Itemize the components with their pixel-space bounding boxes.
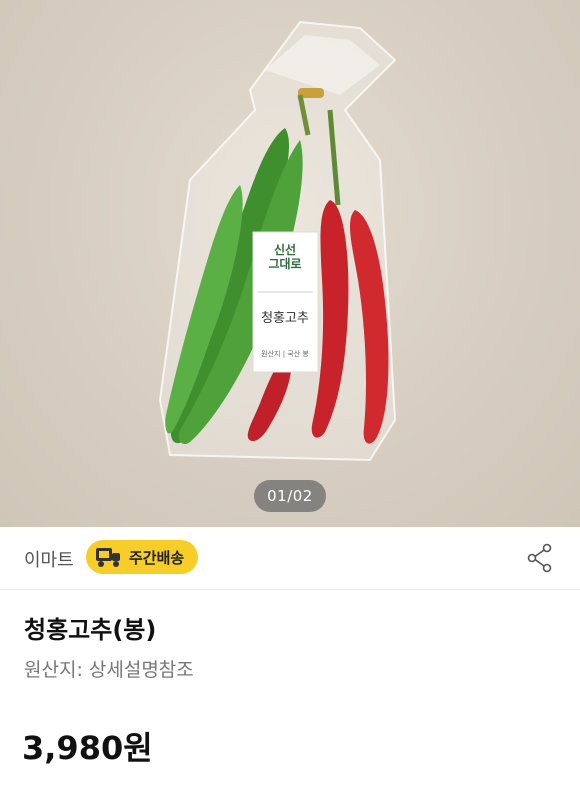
product-origin: 원산지: 상세설명참조 — [24, 659, 194, 681]
badge-label: 주간배송 — [129, 548, 185, 567]
image-counter: 01/02 — [254, 480, 326, 512]
product-image-carousel[interactable]: 신선 그대로 청홍고추 원산지 | 국산 봉 01/02 — [0, 0, 580, 527]
product-photo: 신선 그대로 청홍고추 원산지 | 국산 봉 — [158, 20, 397, 462]
label-brand-line2: 그대로 — [268, 257, 301, 271]
product-title: 청홍고추(봉) — [24, 616, 157, 644]
label-origin-line: 원산지 | 국산 봉 — [261, 349, 309, 358]
weekly-delivery-badge: 주간배송 — [86, 540, 199, 574]
seller-name[interactable]: 이마트 — [24, 546, 74, 572]
delivery-truck-icon — [96, 548, 120, 567]
product-price: 3,980원 — [22, 729, 153, 767]
share-icon[interactable] — [526, 543, 554, 573]
label-product-name: 청홍고추 — [261, 311, 309, 326]
label-brand-line1: 신선 — [274, 242, 296, 257]
